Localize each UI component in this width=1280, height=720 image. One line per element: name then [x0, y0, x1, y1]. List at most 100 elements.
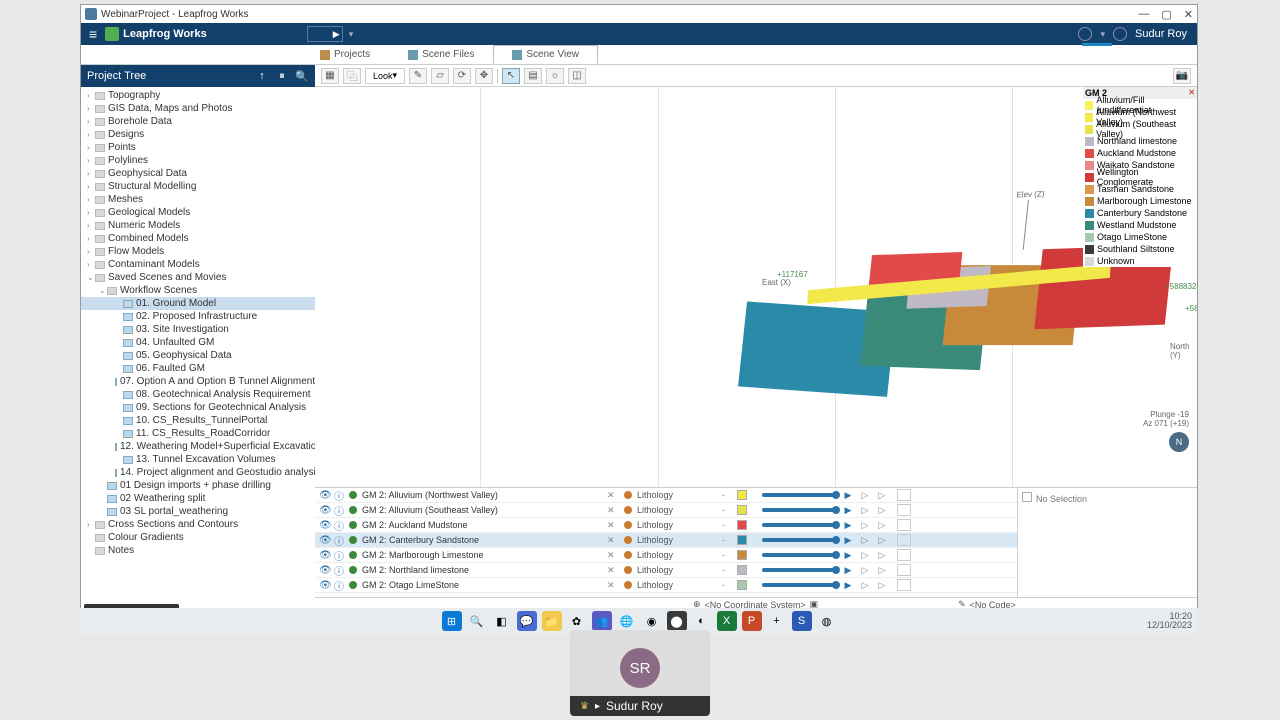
presenter-video[interactable]: SR ♛ ▸ Sudur Roy — [570, 630, 710, 716]
user-icon[interactable] — [1113, 27, 1127, 41]
tree-node[interactable]: 03 SL portal_weathering — [81, 505, 315, 518]
layer-settings-icon[interactable] — [897, 519, 911, 531]
info-icon[interactable]: ⓘ — [334, 548, 344, 563]
play-control[interactable]: ▶ — [307, 26, 343, 42]
tree-node[interactable]: ›Geological Models — [81, 206, 315, 219]
tree-node[interactable]: 05. Geophysical Data — [81, 349, 315, 362]
tree-node[interactable]: ›Structural Modelling — [81, 180, 315, 193]
play-solid-icon[interactable]: ▶ — [842, 535, 854, 546]
play-outline-icon[interactable]: ▷ — [859, 535, 871, 546]
taskbar-explorer-icon[interactable]: 📁 — [542, 611, 562, 631]
tree-node[interactable]: ›Designs — [81, 128, 315, 141]
tree-node[interactable]: ›Polylines — [81, 154, 315, 167]
play-outline-icon[interactable]: ▷ — [859, 505, 871, 516]
layer-row[interactable]: 👁 ⓘ GM 2: Auckland Mudstone ✕ Lithology … — [315, 518, 1017, 533]
tree-node[interactable]: 14. Project alignment and Geostudio anal… — [81, 466, 315, 479]
layer-row[interactable]: 👁 ⓘ GM 2: Alluvium (Northwest Valley) ✕ … — [315, 488, 1017, 503]
compass-icon[interactable]: N — [1169, 432, 1189, 452]
tool-copy[interactable]: ⿻ — [343, 68, 361, 84]
remove-icon[interactable]: ✕ — [607, 535, 619, 546]
colour-swatch[interactable] — [737, 505, 747, 515]
layer-settings-icon[interactable] — [897, 579, 911, 591]
play-skip-icon[interactable]: ▷ — [876, 550, 888, 561]
tree-node[interactable]: ›Combined Models — [81, 232, 315, 245]
opacity-slider[interactable] — [762, 568, 837, 572]
taskbar-leapfrog-icon[interactable]: ◍ — [817, 611, 837, 631]
play-solid-icon[interactable]: ▶ — [842, 565, 854, 576]
info-icon[interactable]: ⓘ — [334, 488, 344, 503]
tree-node[interactable]: 03. Site Investigation — [81, 323, 315, 336]
info-icon[interactable]: ⓘ — [334, 533, 344, 548]
taskbar-ppt-icon[interactable]: P — [742, 611, 762, 631]
tab-scene-view[interactable]: Scene View — [493, 45, 598, 64]
layer-row[interactable]: 👁 ⓘ GM 2: Alluvium (Southeast Valley) ✕ … — [315, 503, 1017, 518]
windows-start-icon[interactable]: ⊞ — [442, 611, 462, 631]
info-icon[interactable]: ⓘ — [334, 518, 344, 533]
user-name[interactable]: Sudur Roy — [1135, 28, 1187, 40]
tree-node[interactable]: 08. Geotechnical Analysis Requirement — [81, 388, 315, 401]
hamburger-menu[interactable]: ≡ — [81, 26, 105, 42]
tool-pencil[interactable]: ✎ — [409, 68, 427, 84]
play-skip-icon[interactable]: ▷ — [876, 565, 888, 576]
play-outline-icon[interactable]: ▷ — [859, 550, 871, 561]
tree-node[interactable]: 04. Unfaulted GM — [81, 336, 315, 349]
tool-slice[interactable]: ◫ — [568, 68, 586, 84]
taskbar-app1-icon[interactable]: ✿ — [567, 611, 587, 631]
tree-node[interactable]: ›Meshes — [81, 193, 315, 206]
info-icon[interactable]: ⓘ — [334, 563, 344, 578]
layer-settings-icon[interactable] — [897, 489, 911, 501]
remove-icon[interactable]: ✕ — [607, 565, 619, 576]
layer-settings-icon[interactable] — [897, 564, 911, 576]
layer-row[interactable]: 👁 ⓘ GM 2: Otago LimeStone ✕ Lithology - … — [315, 578, 1017, 593]
visibility-icon[interactable]: 👁 — [319, 520, 329, 531]
play-outline-icon[interactable]: ▷ — [859, 520, 871, 531]
play-skip-icon[interactable]: ▷ — [876, 580, 888, 591]
tool-line[interactable]: ▱ — [431, 68, 449, 84]
tree-node[interactable]: 02 Weathering split — [81, 492, 315, 505]
tree-search-icon[interactable]: 🔍 — [295, 70, 309, 83]
remove-icon[interactable]: ✕ — [607, 505, 619, 516]
remove-icon[interactable]: ✕ — [607, 490, 619, 501]
play-solid-icon[interactable]: ▶ — [842, 520, 854, 531]
tree-node[interactable]: ›Borehole Data — [81, 115, 315, 128]
taskbar-chrome-icon[interactable]: ◉ — [642, 611, 662, 631]
play-solid-icon[interactable]: ▶ — [842, 490, 854, 501]
colour-swatch[interactable] — [737, 580, 747, 590]
tree-up-icon[interactable]: ↑ — [255, 70, 269, 83]
scene-viewport[interactable]: Elev (Z) East (X) +117167 North (Y) +585… — [315, 87, 1197, 487]
play-outline-icon[interactable]: ▷ — [859, 490, 871, 501]
tab-scene-files[interactable]: Scene Files — [389, 45, 493, 64]
tree-node[interactable]: ›Points — [81, 141, 315, 154]
tree-node[interactable]: 12. Weathering Model+Superficial Excavat… — [81, 440, 315, 453]
taskbar-teams-icon[interactable]: 👥 — [592, 611, 612, 631]
colour-swatch[interactable] — [737, 535, 747, 545]
tree-node[interactable]: ›Geophysical Data — [81, 167, 315, 180]
layer-settings-icon[interactable] — [897, 504, 911, 516]
tool-pan[interactable]: ✥ — [475, 68, 493, 84]
tool-cursor[interactable]: ↖ — [502, 68, 520, 84]
play-skip-icon[interactable]: ▷ — [876, 490, 888, 501]
taskbar-taskview-icon[interactable]: ◧ — [492, 611, 512, 631]
tree-node[interactable]: ⌄Workflow Scenes — [81, 284, 315, 297]
visibility-icon[interactable]: 👁 — [319, 565, 329, 576]
layer-row[interactable]: 👁 ⓘ GM 2: Marlborough Limestone ✕ Lithol… — [315, 548, 1017, 563]
tree-node[interactable]: 06. Faulted GM — [81, 362, 315, 375]
tree-node[interactable]: Colour Gradients — [81, 531, 315, 544]
visibility-icon[interactable]: 👁 — [319, 490, 329, 501]
remove-icon[interactable]: ✕ — [607, 580, 619, 591]
play-dropdown-icon[interactable]: ▾ — [349, 29, 354, 40]
tree-node[interactable]: 02. Proposed Infrastructure — [81, 310, 315, 323]
tree-node[interactable]: 07. Option A and Option B Tunnel Alignme… — [81, 375, 315, 388]
minimize-button[interactable]: — — [1138, 8, 1149, 21]
colour-swatch[interactable] — [737, 490, 747, 500]
close-button[interactable]: ✕ — [1184, 8, 1193, 21]
play-skip-icon[interactable]: ▷ — [876, 505, 888, 516]
tree-node[interactable]: ›Cross Sections and Contours — [81, 518, 315, 531]
play-skip-icon[interactable]: ▷ — [876, 520, 888, 531]
opacity-slider[interactable] — [762, 508, 837, 512]
camera-icon[interactable]: 📷 — [1173, 68, 1191, 84]
visibility-icon[interactable]: 👁 — [319, 550, 329, 561]
tree-node[interactable]: ⌄Saved Scenes and Movies — [81, 271, 315, 284]
opacity-slider[interactable] — [762, 583, 837, 587]
layer-row[interactable]: 👁 ⓘ GM 2: Northland limestone ✕ Litholog… — [315, 563, 1017, 578]
